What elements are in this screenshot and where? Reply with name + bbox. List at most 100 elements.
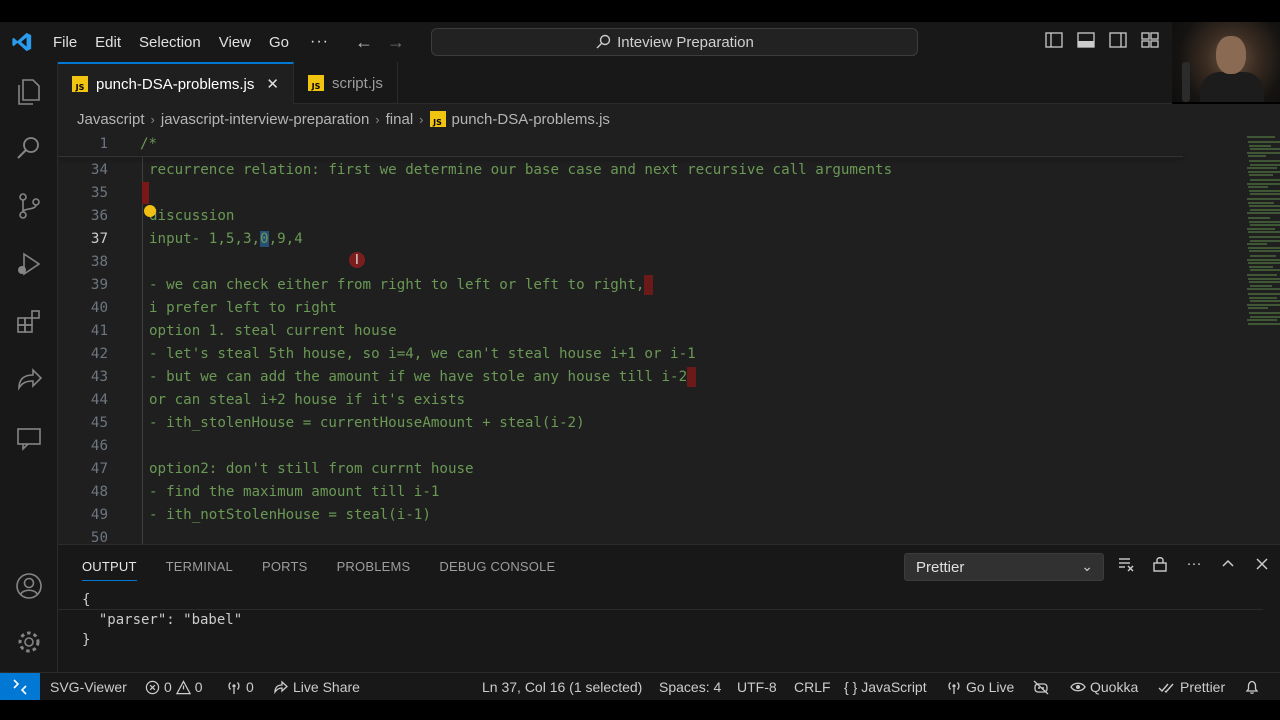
live-share-icon[interactable] [13, 364, 45, 396]
tab-ports[interactable]: PORTS [262, 559, 308, 574]
remote-indicator[interactable] [0, 673, 40, 701]
tab-output[interactable]: OUTPUT [82, 559, 137, 581]
line-number: 38 [90, 254, 108, 270]
back-arrow-icon[interactable]: ← [355, 32, 373, 53]
tab-punch-dsa-problems[interactable]: JS punch-DSA-problems.js ✕ [58, 62, 294, 104]
tab-terminal[interactable]: TERMINAL [166, 559, 233, 574]
javascript-file-icon: JS [72, 76, 88, 92]
indentation-label: Spaces: 4 [659, 679, 722, 695]
menu-file[interactable]: File [44, 34, 86, 51]
menu-selection[interactable]: Selection [130, 34, 210, 51]
breadcrumb-item[interactable]: final [386, 111, 414, 128]
svg-viewer-status[interactable]: SVG-Viewer [50, 673, 127, 701]
tab-debug-console[interactable]: DEBUG CONSOLE [439, 559, 555, 574]
clear-output-icon[interactable] [1116, 555, 1136, 577]
eol-status[interactable]: CRLF [794, 673, 831, 701]
run-debug-icon[interactable] [13, 248, 45, 280]
minimap-line [1249, 160, 1280, 162]
minimap-line [1247, 258, 1280, 261]
minimap-line [1250, 255, 1276, 257]
notifications-status[interactable] [1244, 673, 1260, 701]
minimap-line [1250, 224, 1280, 226]
javascript-file-icon: JS [429, 111, 446, 127]
output-channel-select[interactable]: Prettier ⌄ [904, 553, 1104, 581]
code-line: 36 discussion [58, 205, 1183, 228]
breadcrumb-item[interactable]: Javascript [77, 111, 145, 128]
minimap-line [1247, 288, 1280, 290]
more-actions-icon[interactable]: ··· [1184, 555, 1204, 577]
minimap[interactable] [1241, 134, 1280, 544]
breadcrumb-item[interactable]: punch-DSA-problems.js [452, 111, 610, 128]
code-line: 34 recurrence relation: first we determin… [58, 159, 1183, 182]
explorer-icon[interactable] [13, 76, 45, 108]
minimap-line [1248, 307, 1268, 309]
breadcrumb-item[interactable]: javascript-interview-preparation [161, 111, 369, 128]
prettier-status[interactable]: Prettier [1158, 673, 1225, 701]
text-cursor-icon: I [355, 253, 359, 268]
line-text: - let's steal 5th house, so i=4, we can'… [149, 346, 696, 362]
toggle-primary-sidebar-icon[interactable] [1044, 30, 1064, 50]
eol-label: CRLF [794, 679, 831, 695]
lock-icon[interactable] [1150, 555, 1170, 577]
customize-layout-icon[interactable] [1140, 30, 1160, 50]
code-line: 48 - find the maximum amount till i-1 [58, 481, 1183, 504]
account-icon[interactable] [13, 570, 45, 602]
toggle-panel-icon[interactable] [1076, 30, 1096, 50]
trailing-whitespace-marker [644, 275, 654, 295]
command-center[interactable]: Inteview Preparation [431, 28, 918, 56]
menu-more-icon[interactable]: ··· [298, 33, 341, 51]
ports-status[interactable]: 0 [226, 673, 254, 701]
sticky-scroll-header[interactable]: 1 /* [58, 134, 1183, 156]
go-live-status[interactable]: Go Live [946, 673, 1014, 701]
cursor-position-status[interactable]: Ln 37, Col 16 (1 selected) [482, 673, 642, 701]
menu-view[interactable]: View [210, 34, 260, 51]
code-line: 42 - let's steal 5th house, so i=4, we ca… [58, 343, 1183, 366]
menu-go[interactable]: Go [260, 34, 298, 51]
menu-edit[interactable]: Edit [86, 34, 130, 51]
problems-status[interactable]: 0 0 [145, 673, 203, 701]
close-panel-icon[interactable] [1252, 555, 1272, 577]
code-editor[interactable]: 34 recurrence relation: first we determin… [58, 134, 1280, 544]
forward-arrow-icon[interactable]: → [387, 32, 405, 53]
minimap-line [1249, 144, 1271, 147]
comments-icon[interactable] [13, 422, 45, 454]
search-icon[interactable] [13, 132, 45, 164]
settings-gear-icon[interactable] [13, 626, 45, 658]
indentation-status[interactable]: Spaces: 4 [659, 673, 721, 701]
line-number: 42 [90, 346, 108, 362]
chevron-down-icon: ⌄ [1081, 558, 1093, 574]
lightbulb-icon[interactable] [144, 205, 156, 217]
language-mode-status[interactable]: { } JavaScript [844, 673, 927, 701]
panel-tabs: OUTPUT TERMINAL PORTS PROBLEMS DEBUG CON… [58, 545, 555, 587]
extensions-icon[interactable] [13, 306, 45, 338]
quokka-status[interactable]: Quokka [1070, 673, 1138, 701]
quokka-label: Quokka [1090, 679, 1139, 695]
minimap-line [1249, 265, 1273, 268]
close-icon[interactable]: ✕ [266, 75, 279, 93]
line-number: 34 [90, 162, 108, 178]
sticky-scroll-shadow [58, 156, 1183, 157]
ports-count: 0 [246, 679, 254, 695]
source-control-icon[interactable] [13, 190, 45, 222]
minimap-line [1248, 262, 1280, 264]
tab-script[interactable]: JS script.js [294, 62, 398, 104]
line-text: recurrence relation: first we determine … [149, 162, 893, 178]
copilot-disabled-icon [1033, 680, 1049, 695]
title-bar: File Edit Selection View Go ··· ← → Inte… [0, 22, 1280, 62]
microphone [1182, 62, 1190, 102]
activity-bar [0, 62, 58, 672]
prettier-label: Prettier [1180, 679, 1226, 695]
minimap-line [1247, 167, 1277, 169]
copilot-disabled-status[interactable] [1032, 673, 1050, 701]
output-line: } [82, 632, 91, 648]
minimap-line [1248, 293, 1280, 295]
navigation-arrows: ← → [355, 32, 405, 53]
live-share-status[interactable]: Live Share [273, 673, 360, 701]
toggle-secondary-sidebar-icon[interactable] [1108, 30, 1128, 50]
line-text: - but we can add the amount if we have s… [149, 366, 697, 389]
tab-problems[interactable]: PROBLEMS [337, 559, 411, 574]
maximize-panel-icon[interactable] [1218, 555, 1238, 577]
code-line: 50 [58, 527, 1183, 544]
encoding-status[interactable]: UTF-8 [737, 673, 777, 701]
webcam-overlay [1172, 22, 1280, 102]
